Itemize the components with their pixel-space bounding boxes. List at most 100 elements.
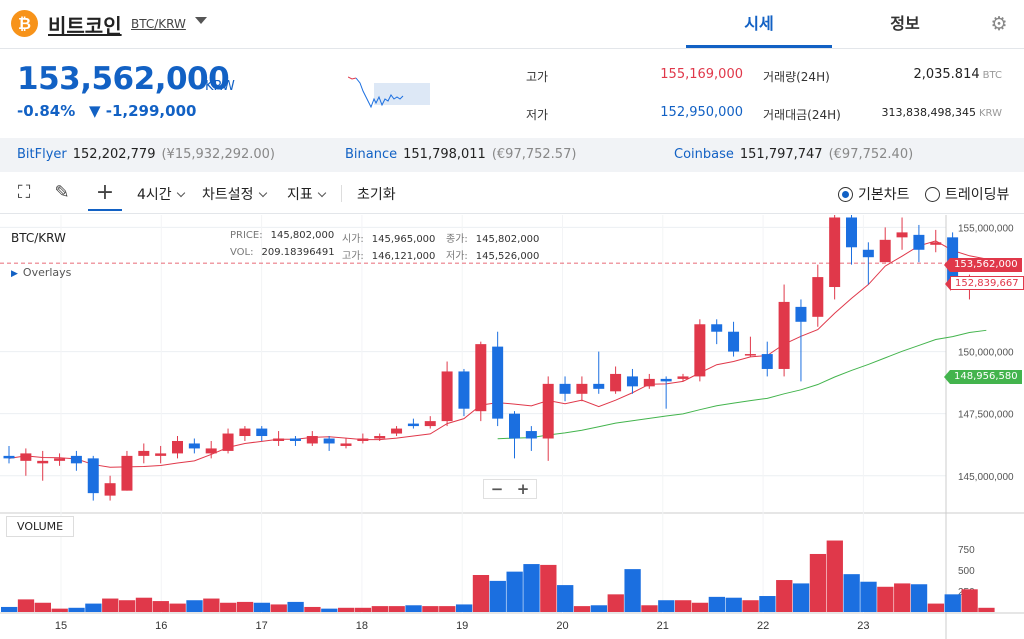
- exchange-prices-bar: BitFlyer 152,202,779 (¥15,932,292.00) Bina…: [0, 138, 1024, 172]
- candle-body: [778, 301, 790, 369]
- chart-pair-label: BTC/KRW: [11, 231, 66, 245]
- volume-bar: [742, 600, 759, 612]
- overlays-toggle[interactable]: ▶ Overlays: [11, 266, 71, 279]
- ohlc-vol: VOL: 209.18396491: [230, 247, 335, 258]
- chart-toolbar: ⛶ ✎ + 4시간 차트설정 지표 초기화 기본차트 트레이딩뷰: [0, 172, 1024, 214]
- volume-bar: [472, 575, 490, 612]
- volume-bar: [321, 608, 338, 612]
- ma-long-tag: 148,956,580: [944, 370, 1022, 384]
- candle-body: [155, 453, 167, 456]
- indicators-menu[interactable]: 지표: [287, 184, 327, 204]
- candle-body: [930, 242, 942, 245]
- y-tick-label: 145,000,000: [958, 472, 1014, 483]
- volume-bar: [607, 594, 624, 612]
- volume-label: VOLUME: [6, 516, 75, 537]
- candle-body: [812, 277, 824, 317]
- candle-body: [357, 438, 369, 441]
- interval-select[interactable]: 4시간: [137, 184, 185, 204]
- volume-bar: [792, 583, 810, 612]
- ma-long-line: [497, 329, 987, 440]
- change-percent: -0.84%: [17, 102, 76, 120]
- volume-bar: [405, 605, 422, 612]
- chart-settings-menu[interactable]: 차트설정: [202, 184, 267, 204]
- ma-short-tag: 152,839,667: [945, 276, 1024, 291]
- candle-body: [559, 383, 571, 394]
- volume-bar: [557, 585, 574, 612]
- candle-body: [728, 331, 740, 352]
- volume-bar: [658, 600, 675, 612]
- volume-bar: [1, 606, 18, 612]
- volume-tick-label: 500: [958, 566, 975, 577]
- candle-body: [643, 378, 655, 387]
- amount-24h-value: 313,838,498,345 KRW: [881, 106, 1002, 119]
- radio-basic-chart[interactable]: 기본차트: [838, 184, 910, 204]
- current-price: 153,562,000: [17, 61, 230, 97]
- candle-body: [795, 306, 807, 322]
- candle-body: [54, 458, 66, 461]
- volume-bar: [135, 597, 153, 612]
- candle-body: [222, 433, 234, 451]
- volume-bar: [253, 602, 271, 612]
- tab-info[interactable]: 정보: [832, 0, 978, 48]
- volume-bar: [691, 602, 709, 612]
- volume-bar: [17, 599, 35, 612]
- ohlc-close: 종가: 145,802,000: [446, 234, 540, 245]
- ohlc-low: 저가: 145,526,000: [446, 251, 540, 262]
- current-price-tag: 153,562,000: [944, 258, 1022, 272]
- exchange-bitflyer[interactable]: BitFlyer 152,202,779 (¥15,932,292.00): [17, 147, 275, 162]
- candle-body: [20, 453, 32, 461]
- candle-body: [138, 450, 150, 456]
- zoom-out-button[interactable]: −: [484, 480, 510, 498]
- exchange-coinbase[interactable]: Coinbase 151,797,747 (€97,752.40): [674, 147, 913, 162]
- reset-button[interactable]: 초기화: [357, 184, 396, 204]
- price-unit: KRW: [205, 79, 235, 94]
- zoom-in-button[interactable]: +: [510, 480, 536, 498]
- volume-bar: [708, 596, 725, 612]
- mini-sparkline-chart: [348, 76, 430, 109]
- candle-body: [694, 324, 706, 377]
- fullscreen-icon[interactable]: ⛶: [12, 181, 36, 205]
- candlestick-chart[interactable]: 145,000,000 147,500,000 150,000,000 155,000…: [0, 215, 1024, 639]
- volume-bar: [927, 603, 945, 612]
- candle-body: [121, 455, 133, 491]
- gear-icon[interactable]: ⚙: [989, 14, 1009, 34]
- toolbar-divider: [341, 185, 342, 202]
- volume-bar: [338, 607, 355, 612]
- chart-canvas[interactable]: 145,000,000 147,500,000 150,000,000 155,000…: [0, 215, 1024, 639]
- coin-pair[interactable]: BTC/KRW: [131, 17, 186, 31]
- coin-name[interactable]: 비트코인: [48, 10, 122, 39]
- volume-bar: [203, 598, 220, 612]
- volume-bar: [826, 540, 843, 612]
- volume-bar: [236, 601, 254, 612]
- volume-bar: [877, 586, 894, 612]
- volume-bar: [152, 601, 169, 612]
- volume-bar: [809, 553, 827, 612]
- x-tick-label: 19: [456, 620, 468, 632]
- chevron-down-icon[interactable]: [195, 17, 207, 24]
- volume-bar: [978, 607, 995, 612]
- exchange-binance[interactable]: Binance 151,798,011 (€97,752.57): [345, 147, 576, 162]
- pencil-icon[interactable]: ✎: [50, 181, 74, 205]
- change-amount: ▼ -1,299,000: [89, 102, 197, 120]
- volume-bar: [371, 606, 388, 612]
- volume-bar: [759, 596, 776, 612]
- volume-bar: [860, 581, 877, 612]
- candle-body: [711, 324, 723, 332]
- candle-body: [475, 344, 487, 412]
- radio-tradingview[interactable]: 트레이딩뷰: [925, 184, 1009, 204]
- volume-bar: [590, 605, 608, 612]
- volume-bar: [304, 606, 321, 612]
- volume-bar: [51, 608, 68, 612]
- volume-bar: [573, 606, 591, 612]
- x-tick-label: 21: [657, 620, 669, 632]
- candle-body: [256, 428, 268, 437]
- candle-body: [492, 346, 504, 419]
- y-tick-label: 147,500,000: [958, 410, 1014, 421]
- volume-bar: [270, 604, 287, 612]
- low-label: 저가: [526, 108, 549, 122]
- crosshair-icon[interactable]: +: [88, 181, 122, 211]
- tab-price[interactable]: 시세: [686, 0, 832, 48]
- volume-bar: [68, 607, 85, 612]
- ohlc-high: 고가: 146,121,000: [342, 251, 436, 262]
- volume-bar: [388, 606, 405, 612]
